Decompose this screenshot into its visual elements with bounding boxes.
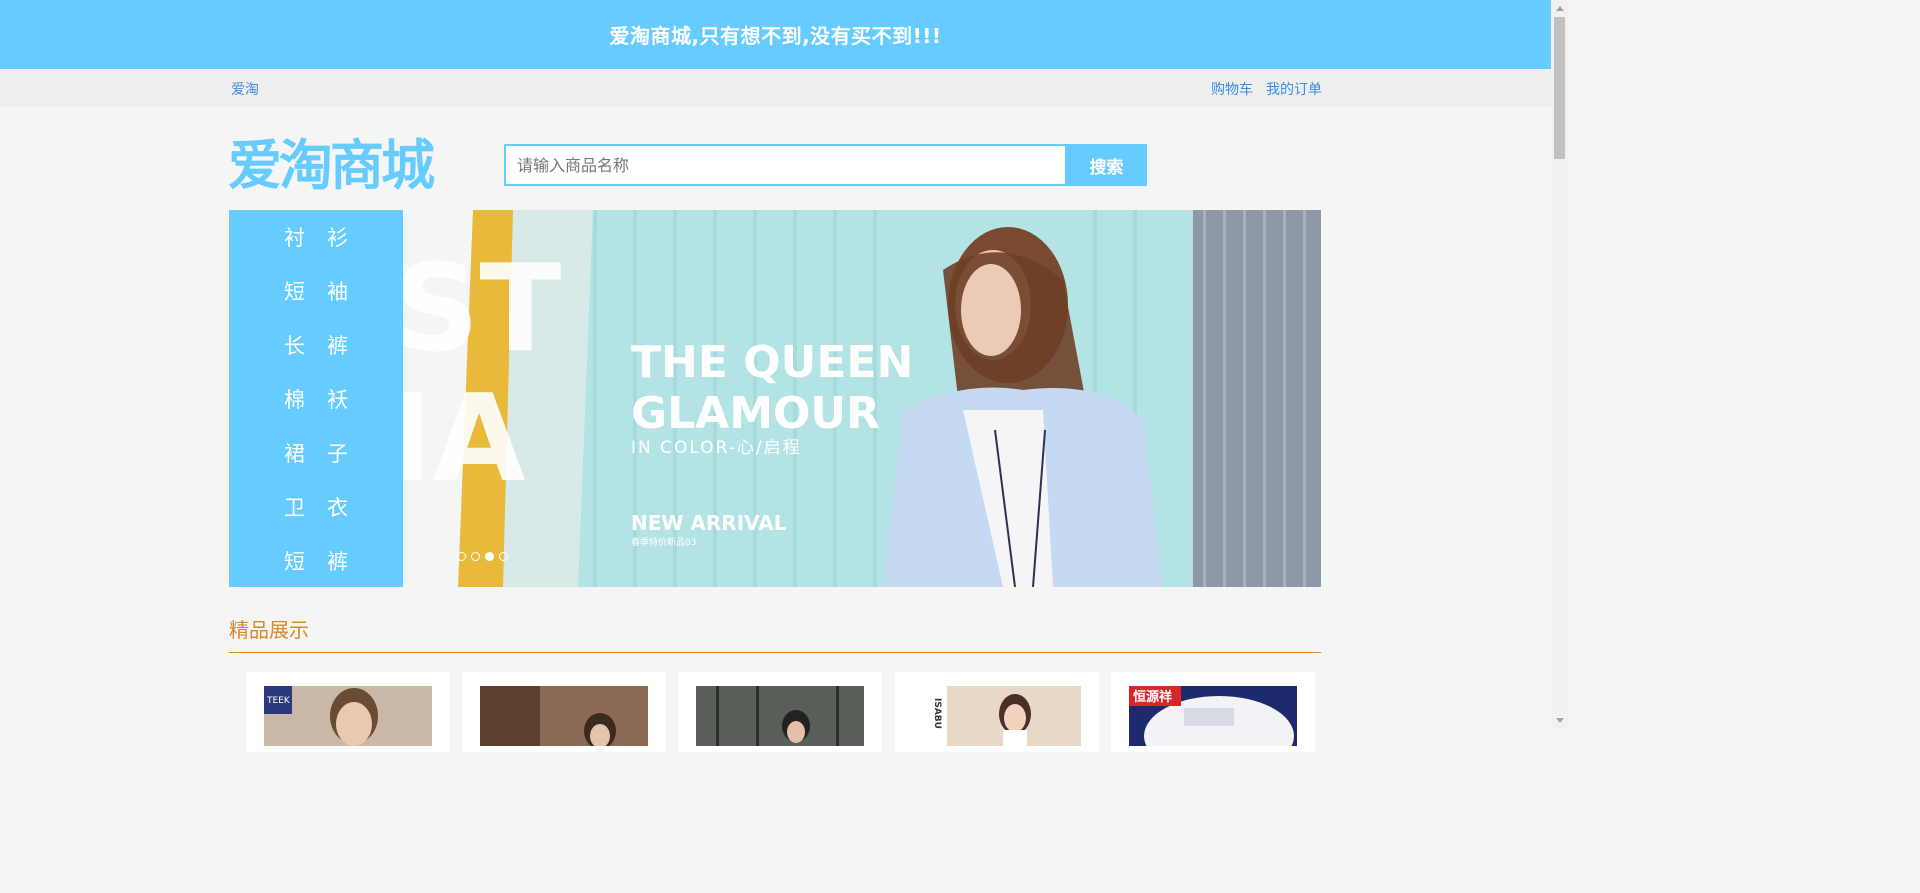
home-link[interactable]: 爱淘	[231, 79, 259, 99]
search-button[interactable]: 搜索	[1066, 144, 1147, 186]
scroll-down-arrow-icon[interactable]	[1551, 712, 1568, 729]
section-divider	[229, 652, 1321, 653]
search-input[interactable]	[504, 144, 1067, 186]
carousel-dot-3[interactable]	[485, 552, 494, 561]
scroll-up-arrow-icon[interactable]	[1551, 0, 1568, 17]
category-item-shirt[interactable]: 衬衫	[229, 210, 403, 264]
carousel-tag-small: 春季特价新品03	[631, 536, 696, 548]
product-brand-label: 恒源祥	[1133, 689, 1172, 705]
page-scrollbar[interactable]	[1551, 0, 1568, 729]
carousel-dot-4[interactable]	[499, 552, 508, 561]
cart-link[interactable]: 购物车	[1211, 79, 1253, 99]
category-item-padded-jacket[interactable]: 棉袄	[229, 372, 403, 426]
product-card[interactable]	[462, 672, 666, 752]
carousel-headline-line2: GLAMOUR	[631, 388, 880, 439]
carousel-tag: NEW ARRIVAL	[631, 511, 787, 535]
product-brand-label: TEEK	[266, 696, 291, 706]
carousel-dot-2[interactable]	[471, 552, 480, 561]
category-item-hoodie[interactable]: 卫衣	[229, 480, 403, 534]
scrollbar-thumb[interactable]	[1554, 17, 1565, 159]
category-item-shorts[interactable]: 短裤	[229, 534, 403, 588]
product-image[interactable]: 恒源祥	[1129, 686, 1297, 746]
carousel-subline: IN COLOR-心/启程	[631, 438, 802, 458]
banner-carousel[interactable]: ST IA THE QUEEN GLAMOUR IN COLOR-心/启程 NE…	[403, 210, 1321, 587]
category-item-skirt[interactable]: 裙子	[229, 426, 403, 480]
orders-link[interactable]: 我的订单	[1266, 79, 1322, 99]
product-image[interactable]: ISABU	[913, 686, 1081, 746]
category-menu: 衬衫 短袖 长裤 棉袄 裙子 卫衣 短裤	[229, 210, 403, 587]
product-image[interactable]	[696, 686, 864, 746]
nav-right-links: 购物车 我的订单	[1211, 79, 1322, 99]
top-banner: 爱淘商城,只有想不到,没有买不到!!!	[0, 0, 1551, 69]
category-item-short-sleeve[interactable]: 短袖	[229, 264, 403, 318]
product-card[interactable]	[678, 672, 882, 752]
section-title: 精品展示	[229, 618, 309, 642]
nav-bar: 爱淘 购物车 我的订单	[0, 69, 1551, 107]
product-card[interactable]: 恒源祥	[1111, 672, 1315, 752]
carousel-dot-1[interactable]	[457, 552, 466, 561]
product-image[interactable]: TEEK	[264, 686, 432, 746]
product-card[interactable]: ISABU	[895, 672, 1099, 752]
carousel-slide-image: ST IA THE QUEEN GLAMOUR IN COLOR-心/启程 NE…	[403, 210, 1321, 587]
carousel-headline-line1: THE QUEEN	[631, 337, 913, 388]
bg-letters-top: ST	[403, 240, 561, 379]
site-logo[interactable]: 爱淘商城	[228, 134, 435, 198]
carousel-dots	[457, 552, 508, 561]
product-brand-label: ISABU	[932, 698, 942, 729]
bg-letters-bottom: IA	[403, 370, 526, 509]
top-banner-text: 爱淘商城,只有想不到,没有买不到!!!	[609, 24, 942, 48]
product-card[interactable]: TEEK	[246, 672, 450, 752]
product-image[interactable]	[480, 686, 648, 746]
category-item-trousers[interactable]: 长裤	[229, 318, 403, 372]
